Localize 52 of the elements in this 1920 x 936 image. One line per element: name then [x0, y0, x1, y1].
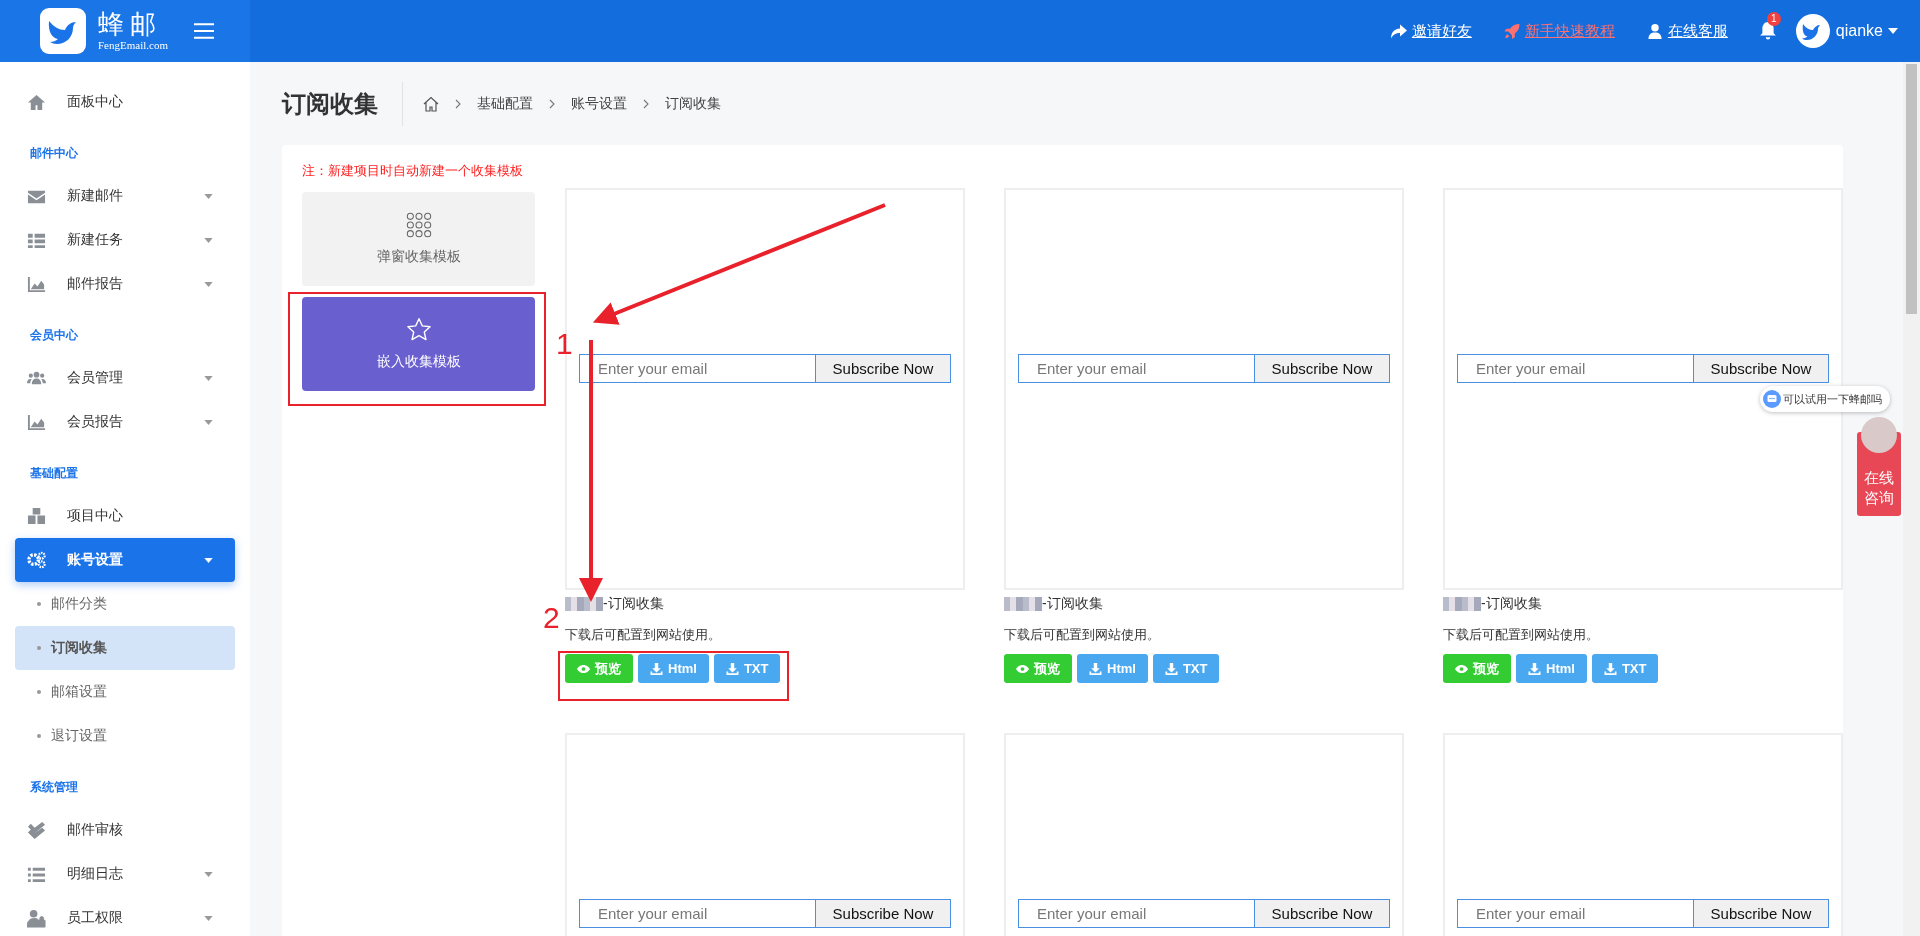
sidebar-item[interactable]: 项目中心	[15, 494, 235, 538]
page-title: 订阅收集	[282, 81, 403, 126]
header-link[interactable]: 在线客服	[1646, 21, 1728, 41]
submenu-item[interactable]: 退订设置	[15, 714, 235, 758]
template-type-tab[interactable]: 嵌入收集模板	[302, 297, 535, 391]
annotation-number: 1	[556, 327, 573, 360]
template-description: 下载后可配置到网站使用。	[565, 626, 722, 644]
sidebar-item[interactable]: 会员管理	[15, 356, 235, 400]
email-field[interactable]: Enter your email	[1457, 354, 1694, 383]
notification-badge: 1	[1766, 12, 1781, 26]
template-description: 下载后可配置到网站使用。	[1443, 626, 1600, 644]
sidebar-item[interactable]: 账号设置	[15, 538, 235, 582]
subscribe-button[interactable]: Subscribe Now	[1694, 354, 1829, 383]
template-title: -订阅收集	[603, 595, 664, 613]
user-menu[interactable]: qianke	[1835, 22, 1883, 40]
template-description: 下载后可配置到网站使用。	[1004, 626, 1161, 644]
sidebar-item[interactable]: 员工权限	[15, 896, 235, 936]
email-field[interactable]: Enter your email	[1018, 899, 1255, 928]
submenu-item[interactable]: 邮件分类	[15, 582, 235, 626]
brand-subtitle: FengEmail.com	[98, 40, 168, 51]
chat-prompt-bubble[interactable]: 可以试用一下蜂邮吗	[1760, 386, 1890, 412]
submenu-item[interactable]: 订阅收集	[15, 626, 235, 670]
subscribe-button[interactable]: Subscribe Now	[1255, 899, 1390, 928]
email-field[interactable]: Enter your email	[579, 899, 816, 928]
breadcrumb-link[interactable]: 账号设置	[571, 94, 627, 113]
sidebar-item[interactable]: 明细日志	[15, 852, 235, 896]
email-field[interactable]: Enter your email	[1457, 899, 1694, 928]
annotation-number: 2	[543, 601, 560, 634]
subscribe-button[interactable]: Subscribe Now	[816, 899, 951, 928]
sidebar-item[interactable]: 新建任务	[15, 218, 235, 262]
breadcrumb-link[interactable]: 基础配置	[477, 94, 533, 113]
sidebar-item[interactable]: 邮件报告	[15, 262, 235, 306]
sidebar-item[interactable]: 面板中心	[15, 80, 235, 124]
template-title: -订阅收集	[1481, 595, 1542, 613]
email-field[interactable]: Enter your email	[579, 354, 816, 383]
subscribe-button[interactable]: Subscribe Now	[816, 354, 951, 383]
sidebar-item[interactable]: 邮件审核	[15, 808, 235, 852]
brand-title: 蜂邮	[98, 11, 163, 37]
template-title: -订阅收集	[1042, 595, 1103, 613]
sidebar-item[interactable]: 会员报告	[15, 400, 235, 444]
subscribe-button[interactable]: Subscribe Now	[1694, 899, 1829, 928]
sidebar-item[interactable]: 新建邮件	[15, 174, 235, 218]
sidebar-section-title: 基础配置	[29, 465, 79, 482]
template-type-tab[interactable]: 弹窗收集模板	[302, 192, 535, 286]
email-field[interactable]: Enter your email	[1018, 354, 1255, 383]
sidebar-section-title: 系统管理	[29, 779, 79, 796]
note-text: 注：新建项目时自动新建一个收集模板	[302, 162, 524, 180]
subscribe-button[interactable]: Subscribe Now	[1255, 354, 1390, 383]
sidebar-section-title: 邮件中心	[29, 145, 79, 162]
breadcrumb-link[interactable]: 订阅收集	[665, 94, 721, 113]
submenu-item[interactable]: 邮箱设置	[15, 670, 235, 714]
sidebar-section-title: 会员中心	[29, 327, 79, 344]
